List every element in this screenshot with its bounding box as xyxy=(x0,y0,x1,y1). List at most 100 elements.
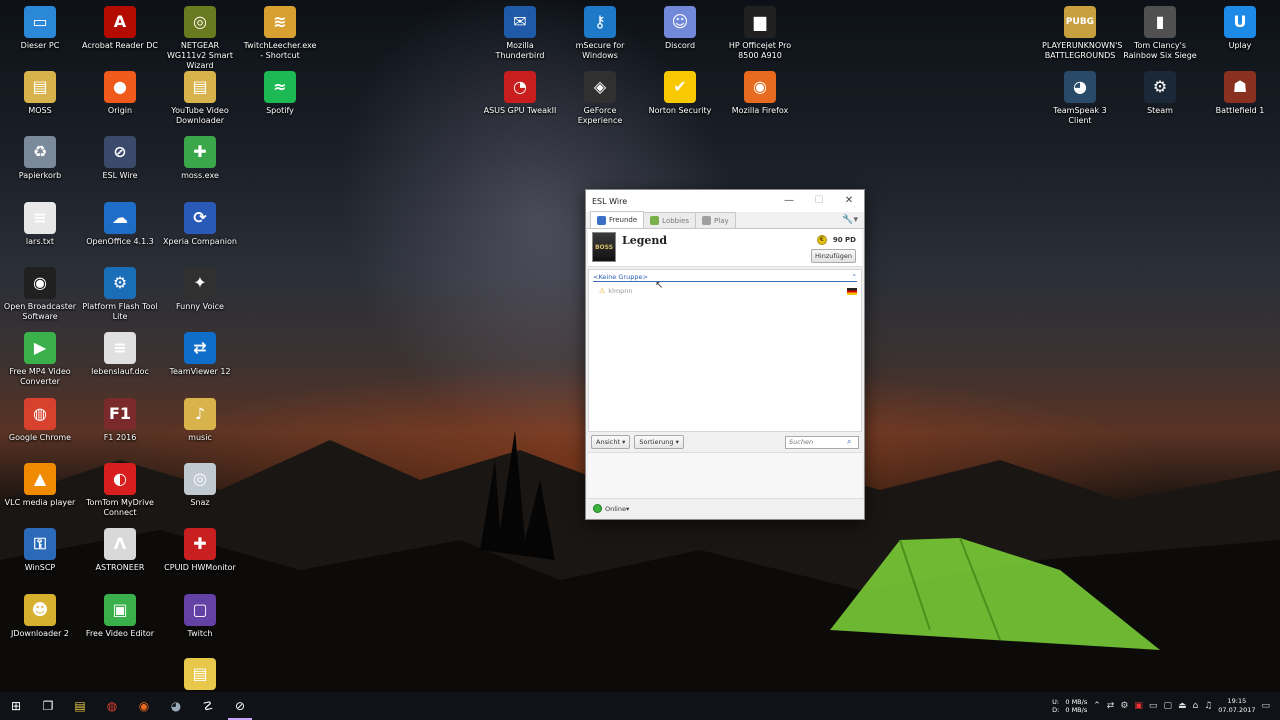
usb-icon[interactable]: ⏏ xyxy=(1178,701,1187,711)
wrench-icon[interactable]: 🔧▾ xyxy=(842,215,858,225)
start-button[interactable]: ⊞ xyxy=(0,692,32,720)
desktop-icon[interactable]: ▤ xyxy=(162,658,238,693)
obs-icon: ☡ xyxy=(202,699,214,713)
desktop-icon[interactable]: ♪ music xyxy=(162,398,238,443)
desktop-icon[interactable]: ✦ Funny Voice xyxy=(162,267,238,312)
sort-button[interactable]: Sortierung ▾ xyxy=(634,435,684,449)
tab-freunde[interactable]: Freunde xyxy=(590,211,645,228)
view-label: Ansicht xyxy=(596,438,621,446)
maximize-button[interactable]: ☐ xyxy=(804,190,834,212)
desktop-icon[interactable]: ● Origin xyxy=(82,71,158,116)
desktop-icon[interactable]: ▶ Free MP4 Video Converter xyxy=(2,332,78,387)
desktop-icon[interactable]: ▆ HP Officejet Pro 8500 A910 xyxy=(722,6,798,61)
desktop-icon[interactable]: ≋ TwitchLeecher.exe - Shortcut xyxy=(242,6,318,61)
taskbar-esl-wire[interactable]: ⊘ xyxy=(224,692,256,720)
desktop-icon[interactable]: U Uplay xyxy=(1202,6,1278,51)
task-view-button[interactable]: ❐ xyxy=(32,692,64,720)
desktop-icon[interactable]: ⇄ TeamViewer 12 xyxy=(162,332,238,377)
status-dropdown-icon[interactable]: ▾ xyxy=(626,505,629,513)
desktop-icon[interactable]: ◎ Snaz xyxy=(162,463,238,508)
desktop-icon-label: Google Chrome xyxy=(8,433,72,442)
record-icon[interactable]: ▣ xyxy=(1134,701,1143,711)
desktop-icon[interactable]: ▣ Free Video Editor xyxy=(82,594,158,639)
collapse-icon[interactable]: ⌃ xyxy=(852,273,857,281)
chevron-up-icon[interactable]: ⌃ xyxy=(1093,701,1101,711)
desktop-icon[interactable]: ≡ lebenslauf.doc xyxy=(82,332,158,377)
tab-play[interactable]: Play xyxy=(695,212,736,228)
status-bar[interactable]: Online ▾ xyxy=(586,498,864,518)
window-titlebar[interactable]: ESL Wire — ☐ ✕ xyxy=(586,190,864,212)
desktop-icon[interactable]: ≡ lars.txt xyxy=(2,202,78,247)
desktop-icon[interactable]: ▢ Twitch xyxy=(162,594,238,639)
network-icon[interactable]: ⌂ xyxy=(1192,701,1198,711)
desktop-icon[interactable]: PUBG PLAYERUNKNOWN'S BATTLEGROUNDS xyxy=(1042,6,1122,61)
group-header[interactable]: <Keine Gruppe> ⌃ xyxy=(593,272,857,282)
desktop-icon[interactable]: ≈ Spotify xyxy=(242,71,318,116)
desktop-icon[interactable]: ▤ MOSS xyxy=(2,71,78,116)
desktop-icon[interactable]: ◍ Google Chrome xyxy=(2,398,78,443)
desktop-icon[interactable]: ⚷ mSecure for Windows xyxy=(562,6,638,61)
desktop-icon[interactable]: Λ ASTRONEER xyxy=(82,528,158,573)
desktop-icon[interactable]: ◔ ASUS GPU TweakII xyxy=(482,71,558,116)
search-input[interactable] xyxy=(789,438,847,446)
clock[interactable]: 19:15 07.07.2017 xyxy=(1218,697,1255,715)
desktop-icon[interactable]: ◐ TomTom MyDrive Connect xyxy=(82,463,158,518)
taskbar-obs[interactable]: ☡ xyxy=(192,692,224,720)
desktop-icon[interactable]: ⚙ Platform Flash Tool Lite xyxy=(82,267,158,322)
desktop-icon[interactable]: ⟳ Xperia Companion xyxy=(162,202,238,247)
app-icon: ▤ xyxy=(184,658,216,690)
desktop-icon[interactable]: ◎ NETGEAR WG111v2 Smart Wizard xyxy=(162,6,238,71)
taskbar-firefox[interactable]: ◉ xyxy=(128,692,160,720)
app-icon: ◎ xyxy=(184,6,216,38)
list-item[interactable]: ⚠ klmpnn xyxy=(599,285,857,297)
app-icon: Λ xyxy=(104,528,136,560)
taskbar-chrome[interactable]: ◍ xyxy=(96,692,128,720)
volume-icon[interactable]: ♫ xyxy=(1204,701,1212,711)
desktop-icon[interactable]: ☻ JDownloader 2 xyxy=(2,594,78,639)
app-icon: ▤ xyxy=(184,71,216,103)
desktop-icon[interactable]: ⊘ ESL Wire xyxy=(82,136,158,181)
desktop-icon[interactable]: ◈ GeForce Experience xyxy=(562,71,638,126)
app-icon: ☻ xyxy=(24,594,56,626)
desktop-icon[interactable]: ▤ YouTube Video Downloader xyxy=(162,71,238,126)
search-icon[interactable]: ⌕ xyxy=(847,437,851,447)
desktop-icon[interactable]: ◉ Mozilla Firefox xyxy=(722,71,798,116)
monitor-icon[interactable]: ▢ xyxy=(1163,701,1172,711)
close-button[interactable]: ✕ xyxy=(834,190,864,212)
gear-icon[interactable]: ⚙ xyxy=(1120,701,1128,711)
desktop-icon[interactable]: ⚿ WinSCP xyxy=(2,528,78,573)
taskbar: ⊞ ❐ ▤ ◍ ◉ ◕ ☡ ⊘ U: D: 0 MB/s 0 MB/s ⌃ ⇄ … xyxy=(0,692,1280,720)
desktop-icon[interactable]: F1 F1 2016 xyxy=(82,398,158,443)
taskbar-teamspeak[interactable]: ◕ xyxy=(160,692,192,720)
desktop-icon[interactable]: ⚙ Steam xyxy=(1122,71,1198,116)
tab-lobbies[interactable]: Lobbies xyxy=(643,212,697,228)
desktop-icon-label: YouTube Video Downloader xyxy=(171,106,229,125)
desktop-icon[interactable]: ☺ Discord xyxy=(642,6,718,51)
desktop-icon[interactable]: ✔ Norton Security xyxy=(642,71,718,116)
desktop-icon-label: ESL Wire xyxy=(102,171,138,180)
desktop-icon[interactable]: ▲ VLC media player xyxy=(2,463,78,508)
desktop-icon[interactable]: ◕ TeamSpeak 3 Client xyxy=(1042,71,1118,126)
avatar[interactable]: BOSS xyxy=(592,232,616,262)
tab-label: Play xyxy=(714,216,729,225)
add-friend-button[interactable]: Hinzufügen xyxy=(811,249,856,263)
desktop-icon[interactable]: ◉ Open Broadcaster Software xyxy=(2,267,78,322)
desktop-icon[interactable]: ✉ Mozilla Thunderbird xyxy=(482,6,558,61)
minimize-button[interactable]: — xyxy=(774,190,804,212)
desktop-icon[interactable]: ☗ Battlefield 1 xyxy=(1202,71,1278,116)
taskbar-explorer[interactable]: ▤ xyxy=(64,692,96,720)
desktop-icon[interactable]: ☁ OpenOffice 4.1.3 xyxy=(82,202,158,247)
desktop-icon-label: MOSS xyxy=(28,106,52,115)
desktop-icon-label: Mozilla Firefox xyxy=(731,106,789,115)
desktop-icon[interactable]: ✚ moss.exe xyxy=(162,136,238,181)
desktop-icon[interactable]: ♻ Papierkorb xyxy=(2,136,78,181)
app-icon: ≋ xyxy=(264,6,296,38)
notifications-icon[interactable]: ▭ xyxy=(1261,701,1270,711)
view-button[interactable]: Ansicht ▾ xyxy=(591,435,631,449)
desktop-icon[interactable]: ✚ CPUID HWMonitor xyxy=(162,528,238,573)
teamviewer-tray-icon[interactable]: ⇄ xyxy=(1107,701,1115,711)
desktop-icon[interactable]: ▮ Tom Clancy's Rainbow Six Siege xyxy=(1122,6,1198,61)
desktop-icon[interactable]: ▭ Dieser PC xyxy=(2,6,78,51)
desktop-icon[interactable]: A Acrobat Reader DC xyxy=(82,6,158,51)
display-icon[interactable]: ▭ xyxy=(1149,701,1158,711)
